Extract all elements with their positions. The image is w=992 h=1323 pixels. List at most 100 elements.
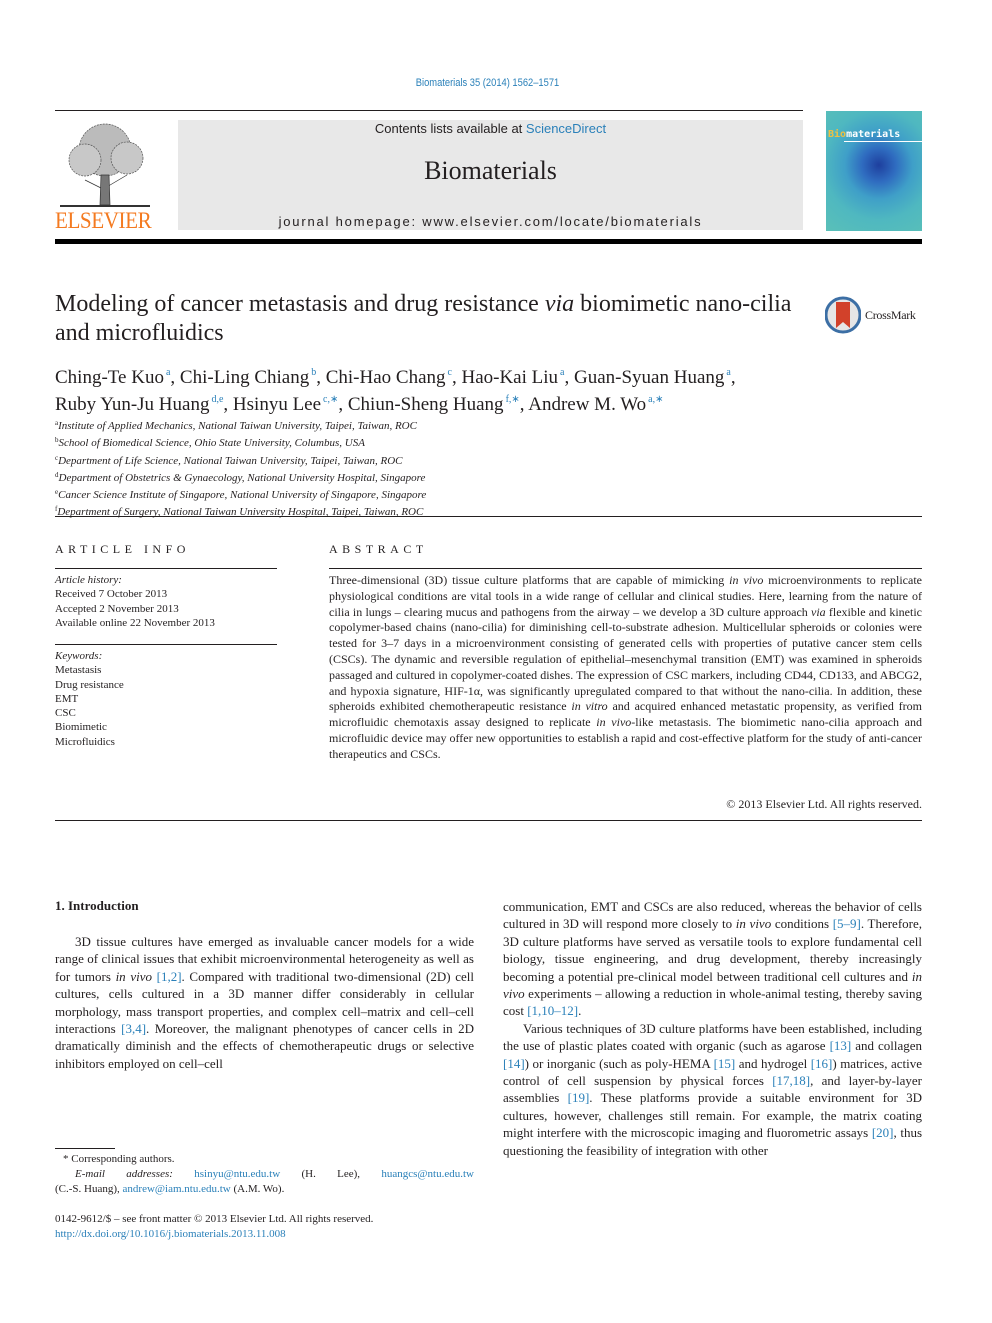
citation-link[interactable]: [20] xyxy=(872,1125,894,1140)
citation-link[interactable]: [14] xyxy=(503,1056,525,1071)
affiliation-item: aInstitute of Applied Mechanics, Nationa… xyxy=(55,416,555,433)
citation-link[interactable]: [3,4] xyxy=(121,1021,146,1036)
affiliation-list: aInstitute of Applied Mechanics, Nationa… xyxy=(55,416,555,520)
keyword-item: Biomimetic xyxy=(55,721,107,734)
abstract-bottom-divider xyxy=(55,820,922,821)
author-separator: , xyxy=(223,394,233,415)
citation-link[interactable]: [19] xyxy=(568,1090,590,1105)
keywords: Keywords: Metastasis Drug resistance EMT… xyxy=(55,649,277,749)
email-link[interactable]: huangcs@ntu.edu.tw xyxy=(381,1168,474,1180)
article-history: Article history: Received 7 October 2013… xyxy=(55,573,277,630)
author-separator: , xyxy=(338,394,348,415)
keyword-item: Metastasis xyxy=(55,664,102,677)
email-owner: (C.-S. Huang), xyxy=(55,1183,120,1195)
citation-link[interactable]: [13] xyxy=(830,1038,852,1053)
abstract-italic: via xyxy=(811,604,826,619)
body-text: and hydrogel xyxy=(735,1055,811,1071)
article-info-heading: ARTICLE INFO xyxy=(55,542,190,556)
doi-link[interactable]: http://dx.doi.org/10.1016/j.biomaterials… xyxy=(55,1228,286,1240)
affiliation-text: Institute of Applied Mechanics, National… xyxy=(58,420,417,432)
affiliation-text: Cancer Science Institute of Singapore, N… xyxy=(58,489,427,502)
keyword-item: EMT xyxy=(55,692,79,705)
abstract-segment: Three-dimensional (3D) tissue culture pl… xyxy=(329,573,730,587)
author-name[interactable]: Ruby Yun-Ju Huang xyxy=(55,394,209,415)
author-list: Ching-Te Kuo a, Chi-Ling Chiang b, Chi-Hao… xyxy=(55,362,855,416)
journal-homepage-link[interactable]: journal homepage: www.elsevier.com/locat… xyxy=(178,214,803,229)
italic-term: in vivo xyxy=(115,968,152,984)
author-name[interactable]: Chiun-Sheng Huang xyxy=(348,394,504,415)
contents-prefix: Contents lists available at xyxy=(374,121,526,136)
crossmark-button[interactable]: CrossMark xyxy=(824,296,925,334)
author-separator: , xyxy=(316,367,326,388)
citation-link[interactable]: [15] xyxy=(714,1056,736,1071)
abstract-italic: in vivo xyxy=(596,715,632,730)
abstract-segment: flexible and kinetic copolymer-based cha… xyxy=(329,604,922,714)
keywords-divider xyxy=(55,644,277,645)
title-part: Modeling of cancer metastasis and drug r… xyxy=(55,291,545,317)
body-text: ) or inorganic (such as poly-HEMA xyxy=(524,1055,714,1071)
title-italic: via xyxy=(544,291,575,317)
citation-link[interactable]: [1,10–12] xyxy=(527,1003,578,1018)
affiliation-item: bSchool of Biomedical Science, Ohio Stat… xyxy=(55,433,555,450)
abstract-text: Three-dimensional (3D) tissue culture pl… xyxy=(329,573,922,763)
article-info-divider xyxy=(55,568,277,569)
top-divider xyxy=(55,110,803,111)
body-text: and collagen xyxy=(851,1038,922,1054)
email-line: (C.-S. Huang), andrew@iam.ntu.edu.tw (A.… xyxy=(55,1182,474,1197)
crossmark-label: CrossMark xyxy=(865,308,916,322)
affiliation-text: School of Biomedical Science, Ohio State… xyxy=(58,437,365,450)
affiliations-divider xyxy=(55,516,922,517)
affiliation-item: cDepartment of Life Science, National Ta… xyxy=(55,451,555,468)
header-thick-divider xyxy=(55,239,922,244)
footnote-divider xyxy=(55,1148,115,1149)
author-name[interactable]: Chi-Ling Chiang xyxy=(180,367,309,388)
email-label: E-mail addresses: xyxy=(75,1168,173,1180)
contents-line: Contents lists available at ScienceDirec… xyxy=(178,121,803,136)
intro-paragraph: Various techniques of 3D culture platfor… xyxy=(503,1020,922,1159)
email-owner: (A.M. Wo). xyxy=(233,1183,285,1195)
author-name[interactable]: Hao-Kai Liu xyxy=(461,367,558,388)
citation-link[interactable]: [1,2] xyxy=(157,969,182,984)
journal-cover-image[interactable]: Biomaterials xyxy=(826,111,922,231)
author-name[interactable]: Guan-Syuan Huang xyxy=(574,367,724,388)
email-line: E-mail addresses: hsinyu@ntu.edu.tw (H. … xyxy=(55,1167,474,1182)
history-item: Accepted 2 November 2013 xyxy=(55,602,179,615)
intro-left-column: 3D tissue cultures have emerged as inval… xyxy=(55,933,474,1072)
author-affiliation-marker[interactable]: a,∗ xyxy=(648,394,663,405)
citation-link[interactable]: [5–9] xyxy=(833,916,861,931)
author-affiliation-marker[interactable]: d,e xyxy=(211,394,223,405)
keyword-item: Microfluidics xyxy=(55,735,115,748)
journal-name: Biomaterials xyxy=(424,156,557,185)
footnotes: * Corresponding authors. E-mail addresse… xyxy=(55,1152,474,1197)
crossmark-icon xyxy=(824,296,862,334)
email-link[interactable]: andrew@iam.ntu.edu.tw xyxy=(123,1183,231,1195)
history-item: Received 7 October 2013 xyxy=(55,588,168,601)
author-separator: , xyxy=(519,394,529,415)
affiliation-item: fDepartment of Surgery, National Taiwan … xyxy=(55,502,555,519)
cover-title-highlight: Bio xyxy=(828,129,847,140)
citation-link[interactable]: [16] xyxy=(811,1056,833,1071)
article-title: Modeling of cancer metastasis and drug r… xyxy=(55,290,805,348)
keyword-item: Drug resistance xyxy=(55,678,124,691)
author-separator: , xyxy=(730,367,736,388)
author-name[interactable]: Andrew M. Wo xyxy=(528,394,646,415)
author-name[interactable]: Hsinyu Lee xyxy=(233,394,321,415)
author-name[interactable]: Chi-Hao Chang xyxy=(326,367,446,388)
author-affiliation-marker[interactable]: f,∗ xyxy=(506,394,520,405)
introduction-heading: 1. Introduction xyxy=(55,898,139,913)
author-separator: , xyxy=(170,367,180,388)
abstract-copyright: © 2013 Elsevier Ltd. All rights reserved… xyxy=(726,797,922,811)
author-name[interactable]: Ching-Te Kuo xyxy=(55,367,164,388)
intro-paragraph: 3D tissue cultures have emerged as inval… xyxy=(55,933,474,1072)
sciencedirect-link[interactable]: ScienceDirect xyxy=(526,121,606,136)
front-matter: 0142-9612/$ – see front matter © 2013 El… xyxy=(55,1212,474,1242)
journal-reference-link[interactable]: Biomaterials 35 (2014) 1562–1571 xyxy=(73,77,902,89)
abstract-italic: in vivo xyxy=(729,573,764,587)
body-text: . xyxy=(578,1003,582,1019)
email-link[interactable]: hsinyu@ntu.edu.tw xyxy=(194,1168,280,1180)
author-affiliation-marker[interactable]: c,∗ xyxy=(323,394,338,405)
corresponding-authors-note: * Corresponding authors. xyxy=(63,1153,175,1165)
citation-link[interactable]: [17,18] xyxy=(772,1073,810,1088)
intro-paragraph: communication, EMT and CSCs are also red… xyxy=(503,898,922,1020)
cover-title: Biomaterials xyxy=(828,129,900,140)
